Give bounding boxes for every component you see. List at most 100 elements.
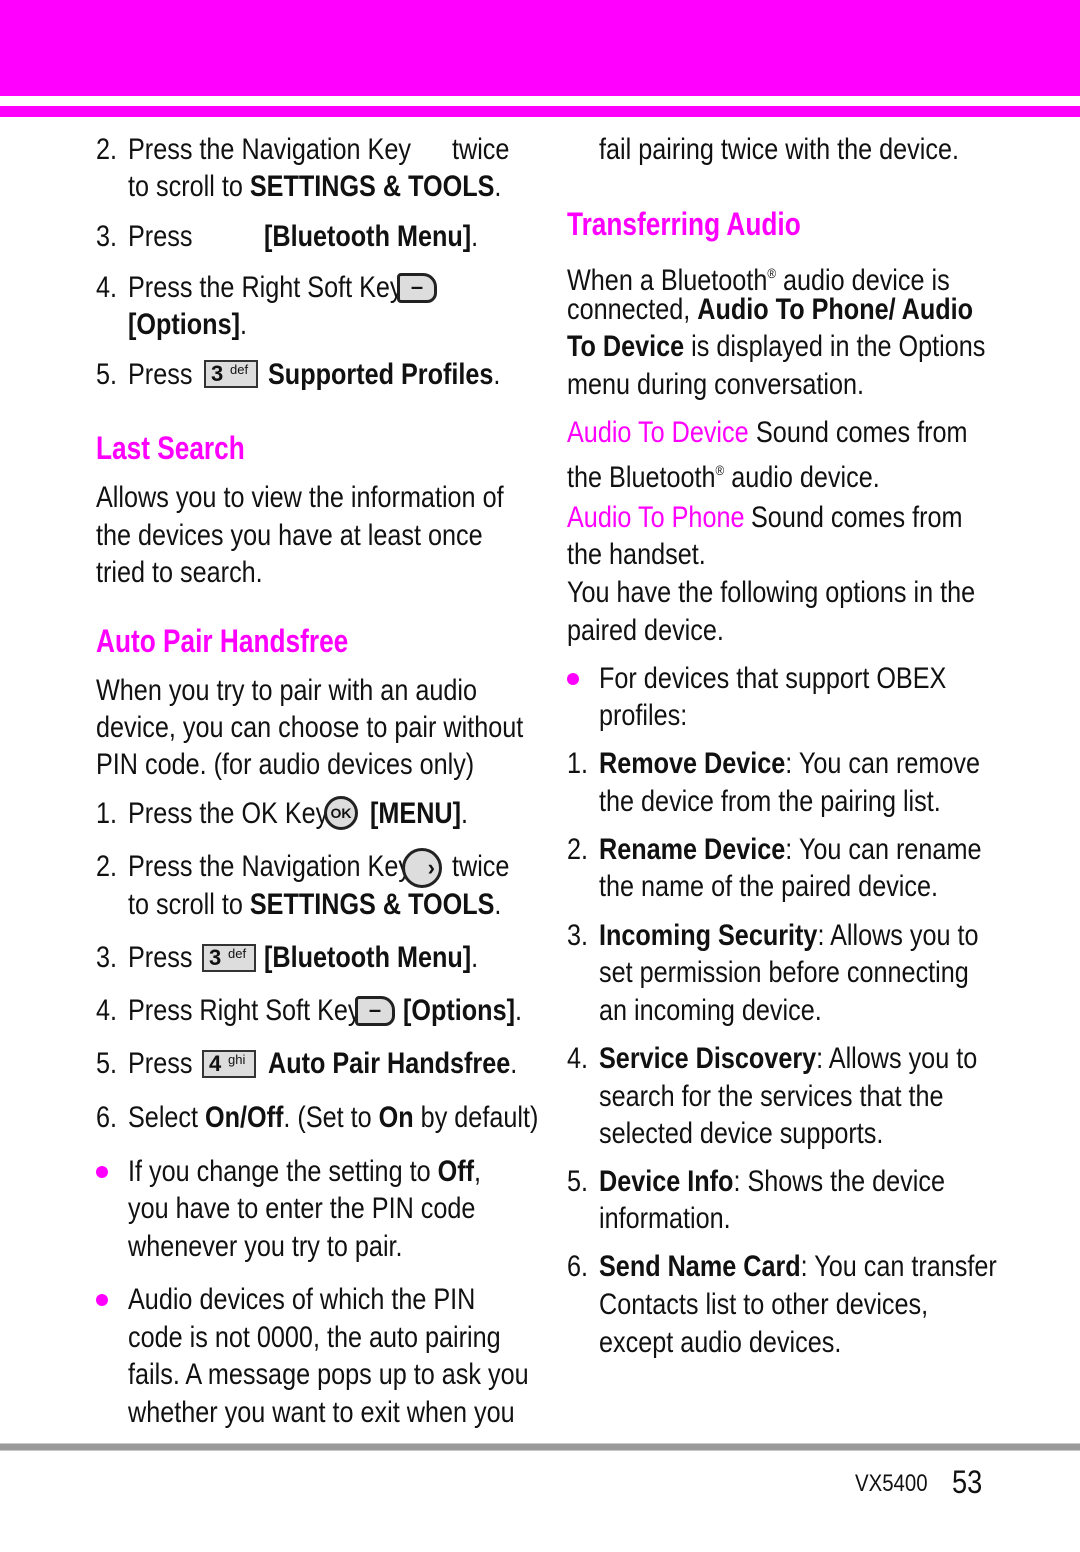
step-text: Press the OK Key: [128, 797, 329, 830]
step-number: 2.: [96, 850, 118, 883]
step-number: 4.: [96, 994, 118, 1027]
paragraph-line: paired device.: [567, 614, 724, 647]
bullet-text: Audio devices of which the PIN: [128, 1283, 476, 1316]
menu-name: [MENU]: [370, 797, 461, 830]
text: to scroll to: [128, 170, 250, 203]
text: : Shows the device: [733, 1165, 945, 1198]
step-text: to scroll to SETTINGS & TOOLS.: [128, 887, 501, 923]
step-text: Press the Right Soft Key: [128, 271, 403, 304]
text: .: [471, 941, 479, 974]
paragraph-line: tried to search.: [96, 556, 263, 589]
option-desc: the Bluetooth® audio device.: [567, 452, 880, 496]
item-number: 4.: [567, 1042, 589, 1075]
step-text: [Bluetooth Menu].: [264, 219, 478, 255]
menu-name: Auto Pair Handsfree: [268, 1047, 511, 1080]
key-digit: 4: [209, 1051, 222, 1076]
item-number: 6.: [567, 1250, 589, 1283]
item-term: Remove Device: [599, 747, 786, 780]
step-number: 2.: [96, 133, 118, 166]
step-text: twice: [452, 133, 510, 166]
paragraph-line: the devices you have at least once: [96, 519, 483, 552]
option-name: To Device: [567, 330, 685, 363]
text: .: [494, 170, 502, 203]
text: by default): [413, 1101, 539, 1134]
text: audio device.: [724, 461, 880, 494]
item-text: Incoming Security: Allows you to: [599, 918, 979, 954]
bullet-text: profiles:: [599, 699, 688, 732]
option-term: Audio To Phone: [567, 501, 745, 534]
key-digit: 3: [211, 361, 224, 386]
key-letters: ghi: [228, 1052, 246, 1067]
item-text: except audio devices.: [599, 1326, 842, 1359]
bullet-icon: [96, 1294, 108, 1306]
option-desc: Sound comes from: [756, 416, 968, 449]
item-number: 5.: [567, 1165, 589, 1198]
step-number: 5.: [96, 358, 118, 391]
registered-mark: ®: [715, 462, 725, 478]
bullet-icon: [96, 1166, 108, 1178]
model-number: VX5400: [855, 1470, 928, 1497]
step-text: [Options].: [128, 307, 247, 343]
section-heading-last-search: Last Search: [96, 430, 245, 466]
paragraph-line: connected, Audio To Phone/ Audio: [567, 292, 973, 328]
menu-name: [Bluetooth Menu]: [264, 220, 472, 253]
section-heading-auto-pair: Auto Pair Handsfree: [96, 623, 349, 659]
text: the Bluetooth: [567, 461, 716, 494]
key-3-icon: 3 def: [204, 360, 258, 388]
ok-key-icon: OK: [324, 796, 358, 830]
item-text: Remove Device: You can remove: [599, 746, 980, 782]
right-soft-key-icon: –: [397, 273, 437, 303]
text: : You can remove: [785, 747, 981, 780]
key-3-icon: 3 def: [202, 944, 256, 972]
text: .: [494, 888, 502, 921]
right-soft-key-icon: –: [355, 996, 395, 1026]
item-text: information.: [599, 1202, 731, 1235]
section-heading-transferring-audio: Transferring Audio: [567, 206, 801, 242]
bullet-text: whether you want to exit when you: [128, 1396, 515, 1429]
text: .: [239, 308, 247, 341]
step-text: [Options].: [403, 993, 522, 1029]
text: .: [460, 797, 468, 830]
item-text: the device from the pairing list.: [599, 785, 941, 818]
paragraph-line: You have the following options in the: [567, 576, 976, 609]
text: If you change the setting to: [128, 1155, 438, 1188]
step-text: Press: [128, 1047, 193, 1080]
header-bar: [0, 0, 1080, 96]
text: ,: [474, 1155, 482, 1188]
text: .: [510, 1047, 518, 1080]
menu-name: [Bluetooth Menu]: [264, 941, 472, 974]
bullet-text: whenever you try to pair.: [128, 1230, 403, 1263]
text: : You can rename: [785, 833, 982, 866]
bullet-text: code is not 0000, the auto pairing: [128, 1321, 501, 1354]
option-name: On: [378, 1101, 414, 1134]
step-text: Select On/Off. (Set to On by default): [128, 1100, 538, 1136]
item-term: Incoming Security: [599, 919, 818, 952]
item-text: set permission before connecting: [599, 956, 969, 989]
menu-name: [Options]: [128, 308, 240, 341]
step-text: Press: [128, 941, 193, 974]
menu-name: SETTINGS & TOOLS: [249, 170, 495, 203]
step-number: 1.: [96, 797, 118, 830]
step-number: 3.: [96, 941, 118, 974]
paragraph-line: device, you can choose to pair without: [96, 711, 524, 744]
paragraph-line: Allows you to view the information of: [96, 481, 504, 514]
item-term: Service Discovery: [599, 1042, 817, 1075]
text: connected,: [567, 293, 698, 326]
text: : You can transfer: [800, 1250, 997, 1283]
bullet-text: If you change the setting to Off,: [128, 1154, 481, 1190]
step-text: Press the Navigation Key: [128, 133, 411, 166]
item-text: search for the services that the: [599, 1080, 944, 1113]
step-number: 4.: [96, 271, 118, 304]
menu-name: SETTINGS & TOOLS: [249, 888, 495, 921]
item-text: Send Name Card: You can transfer: [599, 1249, 997, 1285]
page-number: 53: [952, 1464, 983, 1500]
menu-name: Supported Profiles: [268, 358, 494, 391]
step-number: 6.: [96, 1101, 118, 1134]
step-text: Press Right Soft Key: [128, 994, 361, 1027]
item-number: 3.: [567, 919, 589, 952]
step-text: Press: [128, 220, 193, 253]
text: Select: [128, 1101, 206, 1134]
option-desc: the handset.: [567, 538, 706, 571]
step-text: twice: [452, 850, 510, 883]
header-stripe: [0, 106, 1080, 117]
